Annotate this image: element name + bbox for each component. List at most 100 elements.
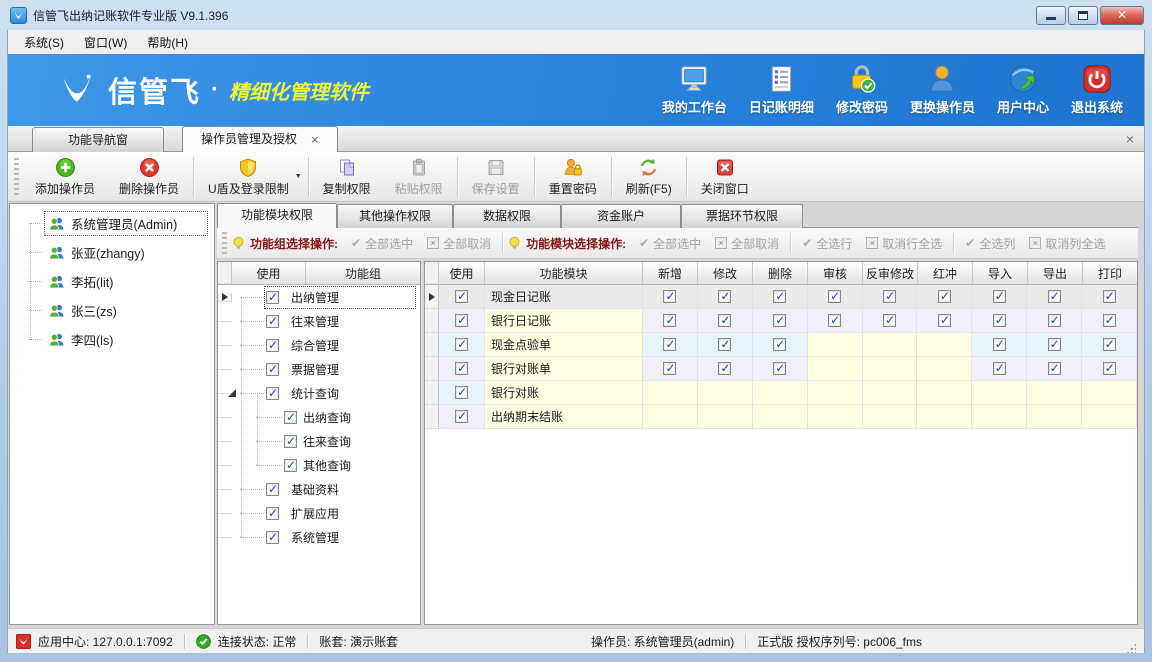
col-header-add[interactable]: 新增 [643, 262, 698, 284]
group-row[interactable]: 票据管理 [218, 357, 420, 381]
perm-checkbox[interactable] [938, 314, 951, 327]
perm-checkbox[interactable] [1048, 338, 1061, 351]
use-checkbox[interactable] [455, 314, 468, 327]
perm-checkbox[interactable] [1103, 362, 1116, 375]
use-checkbox[interactable] [266, 483, 279, 496]
perm-checkbox[interactable] [993, 314, 1006, 327]
change-password-button[interactable]: 修改密码 [825, 60, 899, 120]
perm-checkbox[interactable] [1048, 314, 1061, 327]
perm-checkbox[interactable] [1103, 314, 1116, 327]
operator-item-lit[interactable]: 李拓(lit) [10, 267, 214, 296]
col-header-audit[interactable]: 审核 [808, 262, 863, 284]
module-row[interactable]: 出纳期末结账 [425, 405, 1137, 429]
tab-other-permission[interactable]: 其他操作权限 [337, 204, 453, 228]
use-checkbox[interactable] [266, 339, 279, 352]
perm-checkbox[interactable] [828, 290, 841, 303]
tab-function-navigator[interactable]: 功能导航窗 [32, 127, 164, 152]
module-row[interactable]: 银行日记账 [425, 309, 1137, 333]
ushield-dropdown-icon[interactable]: ▼ [295, 173, 302, 180]
expand-icon[interactable] [228, 389, 236, 397]
tab-fund-account[interactable]: 资金账户 [561, 204, 681, 228]
close-window-button[interactable]: 关闭窗口 [689, 154, 761, 200]
perm-checkbox[interactable] [718, 338, 731, 351]
perm-checkbox[interactable] [883, 314, 896, 327]
copy-permission-button[interactable]: 复制权限 [311, 154, 383, 200]
menu-help[interactable]: 帮助(H) [137, 31, 198, 54]
operator-item-zhangy[interactable]: 张亚(zhangy) [10, 238, 214, 267]
journal-detail-button[interactable]: 日记账明细 [738, 60, 825, 120]
module-cancel-all-button[interactable]: ×全部取消 [715, 235, 779, 252]
group-row[interactable]: 其他查询 [218, 453, 420, 477]
group-row[interactable]: 往来查询 [218, 429, 420, 453]
workbench-button[interactable]: 我的工作台 [651, 60, 738, 120]
use-checkbox[interactable] [266, 315, 279, 328]
group-select-all-button[interactable]: ✔全部选中 [351, 235, 413, 252]
perm-checkbox[interactable] [773, 338, 786, 351]
maximize-button[interactable] [1068, 6, 1098, 25]
reset-password-button[interactable]: 重置密码 [537, 154, 609, 200]
perm-checkbox[interactable] [663, 362, 676, 375]
cancel-row-button[interactable]: ×取消行全选 [866, 235, 942, 252]
perm-checkbox[interactable] [663, 338, 676, 351]
col-header-unaudit[interactable]: 反审修改 [863, 262, 918, 284]
group-cancel-all-button[interactable]: ×全部取消 [427, 235, 491, 252]
tab-bill-permission[interactable]: 票据环节权限 [681, 204, 803, 228]
ushield-login-limit-button[interactable]: U盾及登录限制 [196, 154, 301, 200]
operator-item-ls[interactable]: 李四(ls) [10, 325, 214, 354]
menu-window[interactable]: 窗口(W) [74, 31, 137, 54]
use-checkbox[interactable] [284, 435, 297, 448]
perm-checkbox[interactable] [883, 290, 896, 303]
minimize-button[interactable] [1036, 6, 1066, 25]
use-checkbox[interactable] [284, 411, 297, 424]
group-row[interactable]: 出纳管理 [218, 285, 420, 309]
perm-checkbox[interactable] [993, 362, 1006, 375]
col-header-use[interactable]: 使用 [439, 262, 485, 284]
module-row[interactable]: 现金点验单 [425, 333, 1137, 357]
tab-close-icon[interactable]: × [311, 133, 319, 146]
perm-checkbox[interactable] [718, 290, 731, 303]
module-row[interactable]: 银行对账单 [425, 357, 1137, 381]
operator-item-admin[interactable]: 系统管理员(Admin) [10, 209, 214, 238]
perm-checkbox[interactable] [938, 290, 951, 303]
user-center-button[interactable]: 用户中心 [986, 60, 1060, 120]
perm-checkbox[interactable] [1048, 362, 1061, 375]
cancel-column-button[interactable]: ×取消列全选 [1029, 235, 1105, 252]
col-header-module[interactable]: 功能模块 [485, 262, 643, 284]
module-select-all-button[interactable]: ✔全部选中 [639, 235, 701, 252]
group-row[interactable]: 综合管理 [218, 333, 420, 357]
group-row[interactable]: 基础资料 [218, 477, 420, 501]
perm-checkbox[interactable] [828, 314, 841, 327]
perm-checkbox[interactable] [773, 290, 786, 303]
col-header-use[interactable]: 使用 [232, 262, 306, 284]
tab-data-permission[interactable]: 数据权限 [453, 204, 561, 228]
tab-operator-management[interactable]: 操作员管理及授权 × [182, 126, 338, 152]
select-column-button[interactable]: ✔全选列 [965, 235, 1015, 252]
group-row[interactable]: 统计查询 [218, 381, 420, 405]
col-header-import[interactable]: 导入 [973, 262, 1028, 284]
use-checkbox[interactable] [455, 338, 468, 351]
module-row[interactable]: 银行对账 [425, 381, 1137, 405]
use-checkbox[interactable] [455, 362, 468, 375]
perm-checkbox[interactable] [1103, 290, 1116, 303]
use-checkbox[interactable] [266, 363, 279, 376]
add-operator-button[interactable]: 添加操作员 [23, 154, 107, 200]
use-checkbox[interactable] [455, 386, 468, 399]
use-checkbox[interactable] [455, 290, 468, 303]
module-row[interactable]: 现金日记账 [425, 285, 1137, 309]
col-header-export[interactable]: 导出 [1028, 262, 1083, 284]
switch-operator-button[interactable]: 更换操作员 [899, 60, 986, 120]
use-checkbox[interactable] [455, 410, 468, 423]
col-header-redflush[interactable]: 红冲 [918, 262, 973, 284]
perm-checkbox[interactable] [663, 290, 676, 303]
group-row[interactable]: 出纳查询 [218, 405, 420, 429]
perm-checkbox[interactable] [993, 338, 1006, 351]
operator-item-zs[interactable]: 张三(zs) [10, 296, 214, 325]
perm-checkbox[interactable] [1103, 338, 1116, 351]
group-row[interactable]: 扩展应用 [218, 501, 420, 525]
col-header-group[interactable]: 功能组 [306, 262, 420, 284]
col-header-delete[interactable]: 删除 [753, 262, 808, 284]
perm-checkbox[interactable] [718, 314, 731, 327]
close-button[interactable]: ✕ [1100, 6, 1144, 25]
resize-grip[interactable] [1126, 643, 1136, 653]
group-row[interactable]: 往来管理 [218, 309, 420, 333]
